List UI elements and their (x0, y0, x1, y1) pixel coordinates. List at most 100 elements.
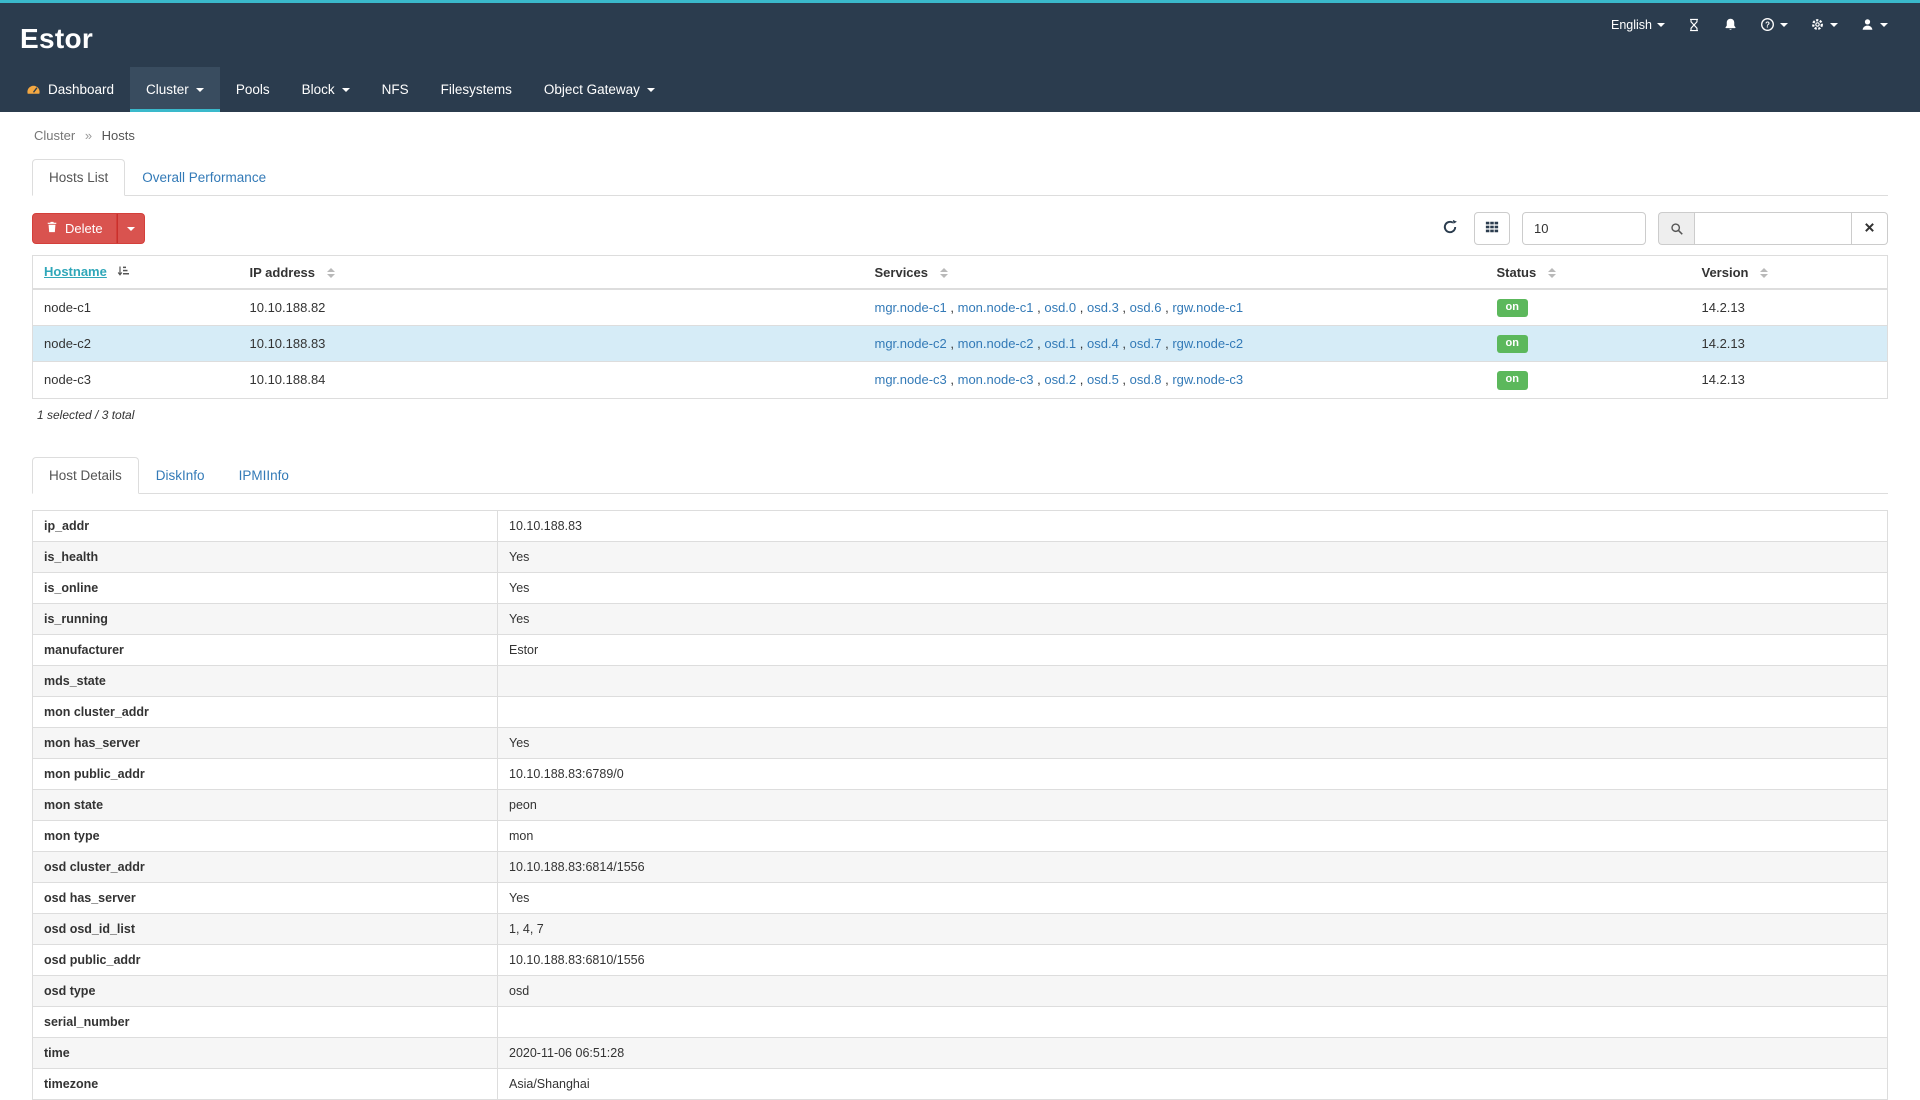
column-header-hostname[interactable]: Hostname (33, 256, 239, 290)
tasks-button[interactable] (1687, 18, 1701, 32)
tab-overall-performance[interactable]: Overall Performance (125, 159, 283, 196)
detail-value: peon (498, 789, 1888, 820)
chevron-down-icon (127, 227, 135, 231)
refresh-icon (1442, 219, 1458, 238)
detail-key: osd has_server (33, 882, 498, 913)
detail-key: mds_state (33, 665, 498, 696)
chevron-down-icon (342, 88, 350, 92)
search-input[interactable] (1694, 212, 1852, 245)
service-link[interactable]: mon.node-c3 (958, 372, 1034, 387)
detail-key: is_health (33, 541, 498, 572)
breadcrumb-item-hosts: Hosts (102, 128, 135, 143)
detail-value (498, 1006, 1888, 1037)
status-badge: on (1497, 299, 1528, 317)
breadcrumb: Cluster » Hosts (32, 112, 1888, 147)
column-header-version[interactable]: Version (1691, 256, 1888, 290)
detail-key: is_running (33, 603, 498, 634)
table-row-node-c3[interactable]: node-c3 10.10.188.84 mgr.node-c3 , mon.n… (33, 362, 1888, 398)
breadcrumb-separator: » (85, 128, 92, 143)
service-link[interactable]: osd.4 (1087, 336, 1119, 351)
host-details-table: ip_addr10.10.188.83 is_healthYes is_onli… (32, 510, 1888, 1100)
detail-row: osd has_serverYes (33, 882, 1888, 913)
table-row-node-c2[interactable]: node-c2 10.10.188.83 mgr.node-c2 , mon.n… (33, 326, 1888, 362)
detail-key: mon has_server (33, 727, 498, 758)
nav-item-nfs[interactable]: NFS (366, 67, 425, 112)
delete-dropdown-toggle[interactable] (117, 213, 145, 244)
column-toggle-button[interactable] (1474, 212, 1510, 245)
detail-value: 10.10.188.83:6789/0 (498, 758, 1888, 789)
app-header: Estor English ? Dashboard C (0, 3, 1920, 112)
delete-button[interactable]: Delete (32, 213, 117, 244)
service-link[interactable]: mon.node-c2 (958, 336, 1034, 351)
nav-item-pools[interactable]: Pools (220, 67, 286, 112)
service-link[interactable]: mgr.node-c2 (875, 336, 947, 351)
chevron-down-icon (1657, 23, 1665, 27)
nav-item-cluster[interactable]: Cluster (130, 67, 220, 112)
column-header-services[interactable]: Services (864, 256, 1486, 290)
detail-key: mon public_addr (33, 758, 498, 789)
column-header-status[interactable]: Status (1486, 256, 1691, 290)
service-link[interactable]: osd.7 (1130, 336, 1162, 351)
detail-row: serial_number (33, 1006, 1888, 1037)
service-link[interactable]: mgr.node-c3 (875, 372, 947, 387)
column-header-ip[interactable]: IP address (239, 256, 864, 290)
service-link[interactable]: osd.8 (1130, 372, 1162, 387)
detail-key: osd cluster_addr (33, 851, 498, 882)
tab-diskinfo[interactable]: DiskInfo (139, 457, 222, 494)
svg-text:?: ? (1765, 20, 1770, 29)
service-link[interactable]: mon.node-c1 (958, 300, 1034, 315)
notifications-button[interactable] (1723, 17, 1738, 32)
detail-row: osd public_addr10.10.188.83:6810/1556 (33, 944, 1888, 975)
table-row-node-c1[interactable]: node-c1 10.10.188.82 mgr.node-c1 , mon.n… (33, 289, 1888, 326)
hourglass-icon (1687, 18, 1701, 32)
service-link[interactable]: rgw.node-c2 (1172, 336, 1243, 351)
service-link[interactable]: osd.6 (1130, 300, 1162, 315)
service-link[interactable]: osd.3 (1087, 300, 1119, 315)
service-link[interactable]: rgw.node-c1 (1172, 300, 1243, 315)
search-icon (1658, 212, 1694, 245)
nav-item-block[interactable]: Block (286, 67, 366, 112)
tab-hosts-list[interactable]: Hosts List (32, 159, 125, 196)
service-link[interactable]: osd.2 (1044, 372, 1076, 387)
nav-item-dashboard[interactable]: Dashboard (10, 67, 130, 112)
language-dropdown[interactable]: English (1611, 18, 1665, 32)
tab-host-details[interactable]: Host Details (32, 457, 139, 494)
detail-row: osd typeosd (33, 975, 1888, 1006)
nav-item-object-gateway[interactable]: Object Gateway (528, 67, 671, 112)
breadcrumb-item-cluster[interactable]: Cluster (34, 128, 75, 143)
service-link[interactable]: mgr.node-c1 (875, 300, 947, 315)
detail-value (498, 696, 1888, 727)
detail-value: Asia/Shanghai (498, 1068, 1888, 1099)
service-link[interactable]: rgw.node-c3 (1172, 372, 1243, 387)
nav-item-filesystems[interactable]: Filesystems (425, 67, 528, 112)
detail-key: mon type (33, 820, 498, 851)
nav-label: Pools (236, 82, 270, 97)
user-dropdown[interactable] (1860, 17, 1888, 32)
toolbar-right (1438, 212, 1888, 245)
service-link[interactable]: osd.0 (1044, 300, 1076, 315)
page-size-input[interactable] (1522, 212, 1646, 245)
trash-icon (46, 221, 58, 236)
detail-row: is_runningYes (33, 603, 1888, 634)
refresh-button[interactable] (1438, 215, 1462, 242)
detail-row: mon statepeon (33, 789, 1888, 820)
delete-split-button: Delete (32, 213, 145, 244)
hostname-cell: node-c2 (33, 326, 239, 362)
help-dropdown[interactable]: ? (1760, 17, 1788, 32)
service-link[interactable]: osd.5 (1087, 372, 1119, 387)
ip-cell: 10.10.188.82 (239, 289, 864, 326)
service-link[interactable]: osd.1 (1044, 336, 1076, 351)
detail-key: is_online (33, 572, 498, 603)
table-toolbar: Delete (32, 212, 1888, 245)
user-icon (1860, 17, 1875, 32)
detail-value: Yes (498, 603, 1888, 634)
detail-value: 10.10.188.83:6810/1556 (498, 944, 1888, 975)
hosts-table: Hostname IP address Services Status Vers… (32, 255, 1888, 399)
detail-key: serial_number (33, 1006, 498, 1037)
detail-value: Estor (498, 634, 1888, 665)
clear-search-button[interactable] (1852, 212, 1888, 245)
tab-ipmiinfo[interactable]: IPMIInfo (222, 457, 306, 494)
main-tabs: Hosts List Overall Performance (32, 159, 1888, 196)
settings-dropdown[interactable] (1810, 17, 1838, 32)
nav-label: Object Gateway (544, 82, 640, 97)
